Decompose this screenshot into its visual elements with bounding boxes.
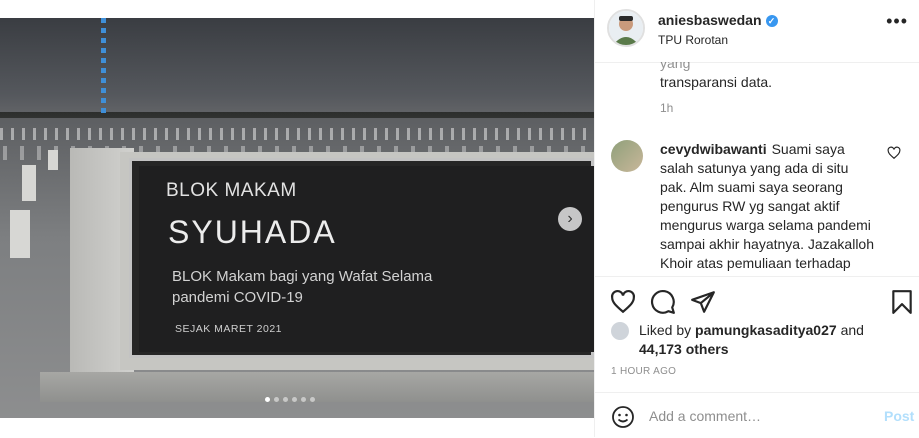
smiley-icon[interactable] (611, 405, 635, 429)
post-location[interactable]: TPU Rorotan (658, 33, 728, 47)
previous-comment: yang transparansi data. (660, 62, 900, 92)
comment-timestamp[interactable]: 1h (660, 101, 673, 115)
bookmark-icon[interactable] (889, 289, 915, 315)
sign-description: BLOK Makam bagi yang Wafat Selama pandem… (172, 268, 433, 306)
post-author[interactable]: aniesbaswedan ✓ (658, 12, 778, 28)
author-username[interactable]: aniesbaswedan (658, 12, 762, 28)
comment-item: cevydwibawanti Suami saya salah satunya y… (660, 140, 875, 276)
heart-icon[interactable] (887, 146, 901, 160)
avatar[interactable] (611, 140, 643, 172)
comment-username[interactable]: cevydwibawanti (660, 141, 767, 157)
carousel-dot (265, 397, 270, 402)
sign-heading: BLOK MAKAM (166, 180, 297, 201)
carousel-dot (274, 397, 279, 402)
carousel-next-button[interactable]: › (558, 207, 582, 231)
liked-by-label: Liked by (639, 322, 692, 338)
dashed-marker (101, 18, 106, 118)
paper-plane-icon[interactable] (690, 289, 716, 315)
likes-and-label: and (840, 322, 864, 338)
carousel-dot (310, 397, 315, 402)
clipped-text: yang (660, 62, 691, 71)
action-bar (595, 276, 919, 321)
post-button[interactable]: Post (884, 408, 914, 424)
likes-count[interactable]: 44,173 others (639, 341, 729, 357)
chevron-right-icon: › (567, 210, 573, 227)
sign-title: SYUHADA (168, 214, 337, 250)
carousel-dot (301, 397, 306, 402)
post-photo: BLOK MAKAM SYUHADA BLOK Makam bagi yang … (0, 0, 594, 437)
grave-marker (10, 210, 30, 258)
comment-icon[interactable] (650, 289, 676, 315)
avatar (609, 11, 643, 45)
sign-base (40, 372, 594, 402)
comment-input[interactable] (649, 406, 859, 426)
previous-comment-text: transparansi data. (660, 74, 773, 90)
liker-username[interactable]: pamungkasaditya027 (695, 322, 837, 338)
post-header: aniesbaswedan ✓ TPU Rorotan ••• (595, 0, 919, 63)
carousel-dot (292, 397, 297, 402)
likes-text: Liked by pamungkasaditya027 and 44,173 o… (639, 321, 889, 359)
avatar-ring[interactable] (607, 9, 645, 47)
photo-top-margin (0, 0, 594, 18)
sign-date: SEJAK MARET 2021 (175, 323, 283, 335)
comments-list[interactable]: yang transparansi data. 1h cevydwibawant… (595, 62, 919, 276)
heart-icon[interactable] (610, 289, 636, 315)
add-comment-bar: Post (595, 392, 919, 438)
avatar[interactable] (611, 322, 629, 340)
more-horizontal-icon[interactable]: ••• (886, 12, 908, 30)
verified-badge-icon: ✓ (765, 15, 778, 28)
photo-bottom-margin (0, 418, 594, 437)
post-timestamp[interactable]: 1 HOUR AGO (611, 366, 676, 377)
grave-marker (48, 150, 58, 170)
carousel-dot (283, 397, 288, 402)
carousel-dots (265, 397, 315, 405)
grave-marker (22, 165, 36, 201)
comment-text: Suami saya salah satunya yang ada di sit… (660, 141, 875, 276)
post-side-panel: aniesbaswedan ✓ TPU Rorotan ••• yang tran… (594, 0, 919, 437)
